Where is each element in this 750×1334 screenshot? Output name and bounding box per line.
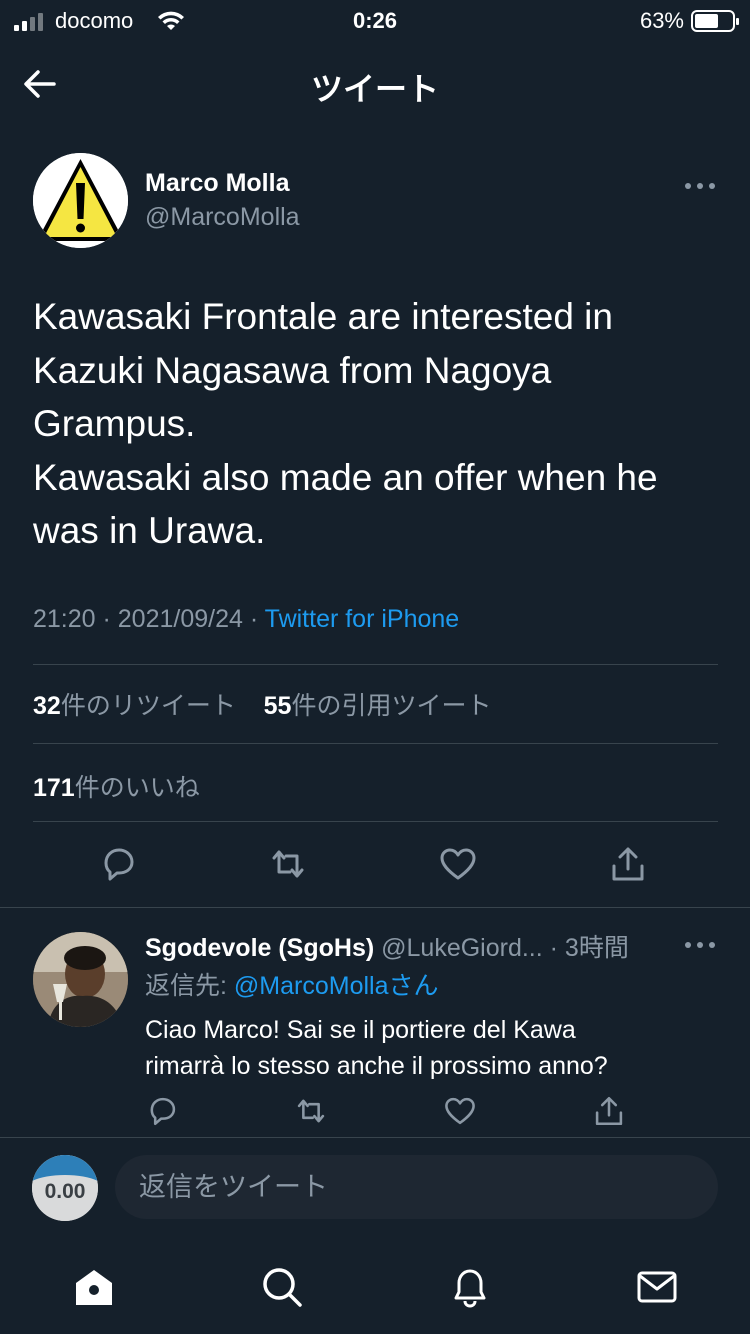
notifications-icon[interactable]: [448, 1265, 492, 1309]
quotes-count: 55: [263, 692, 292, 720]
divider: [33, 664, 718, 665]
page-title: ツイート: [310, 71, 439, 107]
profile-photo-icon: [33, 932, 128, 1027]
likes-link[interactable]: 171件のいいね: [33, 768, 200, 804]
avatar[interactable]: [33, 153, 128, 248]
clock: 0:26: [352, 8, 398, 33]
reply-icon[interactable]: [98, 844, 138, 884]
quotes-label: 件の引用ツイート: [291, 692, 492, 720]
likes-count: 171: [33, 774, 75, 802]
retweets-count: 32: [33, 692, 61, 720]
like-icon[interactable]: [438, 844, 478, 884]
messages-icon[interactable]: [635, 1265, 679, 1309]
reply-author-name[interactable]: Sgodevole (SgoHs): [145, 934, 374, 962]
reply-to-line: 返信先: @MarcoMollaさん: [145, 966, 438, 1002]
reply-to-mention[interactable]: @MarcoMollaさん: [234, 972, 439, 1000]
my-avatar-text: 0.00: [45, 1180, 86, 1203]
reply-like-icon[interactable]: [443, 1094, 477, 1128]
author-handle[interactable]: @MarcoMolla: [145, 203, 300, 232]
divider: [33, 743, 718, 744]
tweet-meta: 21:20 · 2021/09/24 · Twitter for iPhone: [33, 605, 459, 634]
meta-separator: ·: [242, 605, 265, 633]
reply-retweet-icon[interactable]: [294, 1094, 328, 1128]
likes-label: 件のいいね: [74, 774, 200, 802]
reply-text: Ciao Marco! Sai se il portiere del Kawa …: [145, 1016, 608, 1080]
tweet-text: Kawasaki Frontale are interested in Kazu…: [33, 296, 658, 551]
battery-icon: [691, 10, 739, 32]
battery-percent: 63%: [639, 8, 684, 33]
divider: [0, 907, 750, 908]
retweet-counts: 32件のリツイート 55件の引用ツイート: [33, 686, 491, 722]
my-avatar-image: 0.00: [32, 1155, 98, 1221]
author-name[interactable]: Marco Molla: [145, 169, 289, 198]
reply-header: Sgodevole (SgoHs) @LukeGiord... · 3時間: [145, 928, 629, 964]
retweet-icon[interactable]: [268, 844, 308, 884]
reply-more-options-icon[interactable]: [684, 941, 716, 949]
tweet-date: 2021/09/24: [117, 605, 243, 633]
reply-author-handle[interactable]: @LukeGiord...: [381, 934, 543, 962]
reply-to-label: 返信先:: [145, 972, 234, 1000]
retweets-label: 件のリツイート: [60, 692, 236, 720]
search-icon[interactable]: [260, 1265, 304, 1309]
status-bar: docomo 0:26 63%: [0, 0, 750, 42]
reply-share-icon[interactable]: [592, 1094, 626, 1128]
reply-reply-icon[interactable]: [145, 1094, 179, 1128]
home-icon[interactable]: [72, 1265, 116, 1309]
top-nav: ツイート: [0, 42, 750, 124]
divider: [33, 821, 718, 822]
reply-avatar[interactable]: [33, 932, 128, 1027]
warning-sign-icon: [33, 153, 128, 248]
quotes-link[interactable]: 55件の引用ツイート: [264, 692, 492, 720]
share-icon[interactable]: [608, 844, 648, 884]
more-options-icon[interactable]: [684, 182, 716, 190]
tweet-time: 21:20: [33, 605, 96, 633]
reply-compose-input[interactable]: [115, 1155, 718, 1219]
retweets-link[interactable]: 32件のリツイート: [33, 692, 236, 720]
reply-time: · 3時間: [549, 934, 629, 962]
my-avatar[interactable]: 0.00: [32, 1155, 98, 1221]
meta-separator: ·: [95, 605, 118, 633]
divider: [0, 1137, 750, 1138]
tweet-source-link[interactable]: Twitter for iPhone: [265, 605, 460, 633]
